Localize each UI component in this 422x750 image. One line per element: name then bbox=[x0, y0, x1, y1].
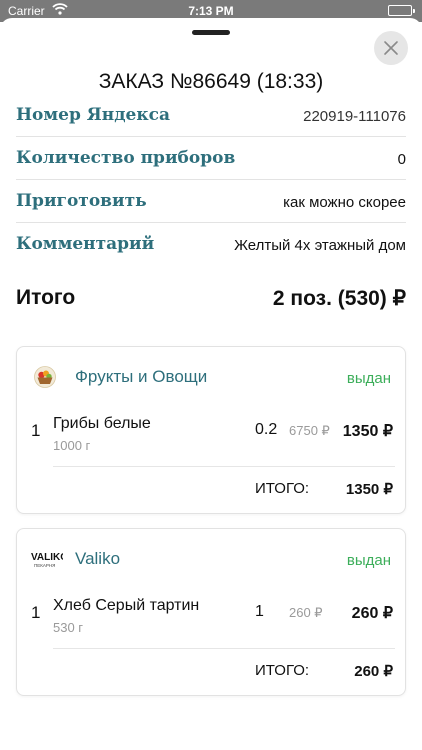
store-status-badge: выдан bbox=[346, 370, 391, 387]
store-total-value: 1350 ₽ bbox=[345, 481, 393, 498]
clock: 7:13 PM bbox=[188, 4, 234, 18]
item-quantity: 1 bbox=[255, 603, 264, 620]
store-card: Фрукты и Овощи выдан 1 Грибы белые 1000 … bbox=[16, 346, 406, 514]
store-name: Фрукты и Овощи bbox=[75, 367, 208, 386]
info-row-cutlery: Количество приборов 0 bbox=[16, 137, 406, 180]
info-label: Количество приборов bbox=[16, 148, 236, 168]
close-button[interactable] bbox=[374, 31, 408, 65]
info-value: 0 bbox=[397, 151, 406, 168]
info-label: Номер Яндекса bbox=[16, 105, 171, 125]
store-total: ИТОГО: 1350 ₽ bbox=[17, 467, 405, 513]
store-header: Фрукты и Овощи выдан bbox=[17, 347, 405, 405]
valiko-logo-subtext: ПЕКАРНЯ bbox=[34, 563, 55, 568]
item-sum: 1350 ₽ bbox=[342, 423, 393, 440]
valiko-logo-icon: VALIKO ПЕКАРНЯ bbox=[31, 549, 68, 569]
store-total-label: ИТОГО: bbox=[255, 480, 310, 497]
order-sheet: ЗАКАЗ №86649 (18:33) Номер Яндекса 22091… bbox=[0, 18, 422, 750]
item-unit: 1000 г bbox=[53, 438, 91, 453]
item-quantity: 0.2 bbox=[255, 421, 278, 438]
info-value: 220919-111076 bbox=[303, 108, 406, 125]
store-total-value: 260 ₽ bbox=[354, 663, 393, 680]
battery-icon bbox=[388, 5, 415, 16]
item-index: 1 bbox=[31, 603, 41, 622]
valiko-logo-text: VALIKO bbox=[31, 552, 63, 563]
item-name: Хлеб Серый тартин bbox=[53, 597, 200, 614]
item-price: 6750 ₽ bbox=[289, 423, 330, 438]
item-index: 1 bbox=[31, 421, 41, 440]
item-name: Грибы белые bbox=[53, 415, 151, 432]
item-sum: 260 ₽ bbox=[351, 605, 393, 622]
order-total-value: 2 поз. (530) ₽ bbox=[272, 287, 406, 310]
item-price: 260 ₽ bbox=[289, 605, 323, 620]
store-total: ИТОГО: 260 ₽ bbox=[17, 649, 405, 695]
store-total-label: ИТОГО: bbox=[255, 662, 310, 679]
info-label: Приготовить bbox=[16, 191, 147, 211]
order-item-row: 1 Хлеб Серый тартин 530 г 1 260 ₽ 260 ₽ bbox=[31, 587, 395, 649]
store-status-badge: выдан bbox=[346, 552, 391, 569]
sheet-grabber[interactable] bbox=[192, 30, 230, 35]
info-row-prepare: Приготовить как можно скорее bbox=[16, 180, 406, 223]
info-row-yandex-number: Номер Яндекса 220919-111076 bbox=[16, 104, 406, 137]
info-value: как можно скорее bbox=[283, 194, 406, 211]
order-item-row: 1 Грибы белые 1000 г 0.2 6750 ₽ 1350 ₽ bbox=[31, 405, 395, 467]
close-icon bbox=[384, 41, 398, 55]
store-card: VALIKO ПЕКАРНЯ Valiko выдан 1 Хлеб Серый… bbox=[16, 528, 406, 696]
order-info-table: Номер Яндекса 220919-111076 Количество п… bbox=[16, 104, 406, 266]
order-total: Итого 2 поз. (530) ₽ bbox=[16, 286, 406, 312]
info-label: Комментарий bbox=[16, 234, 155, 254]
info-value: Желтый 4х этажный дом bbox=[234, 237, 406, 254]
store-header: VALIKO ПЕКАРНЯ Valiko выдан bbox=[17, 529, 405, 587]
fruit-basket-icon bbox=[34, 366, 56, 388]
store-name: Valiko bbox=[75, 549, 121, 568]
page-title: ЗАКАЗ №86649 (18:33) bbox=[98, 70, 324, 93]
order-total-label: Итого bbox=[16, 286, 76, 309]
info-row-comment: Комментарий Желтый 4х этажный дом bbox=[16, 223, 406, 266]
item-unit: 530 г bbox=[53, 620, 84, 635]
